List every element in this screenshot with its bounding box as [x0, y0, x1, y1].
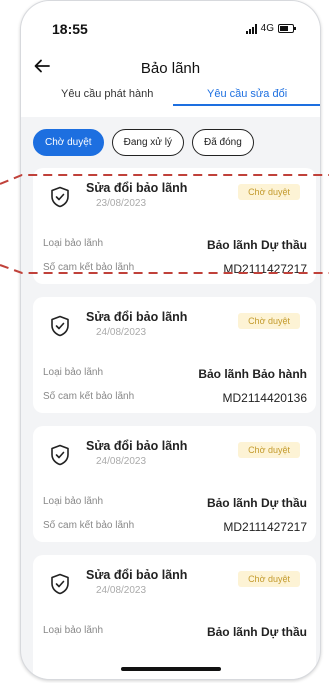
card-date: 24/08/2023 — [96, 585, 147, 596]
guarantee-type-label: Loại bảo lãnh — [43, 367, 104, 378]
guarantee-type-label: Loại bảo lãnh — [43, 238, 104, 249]
status-filter-group: Chờ duyệt Đang xử lý Đã đóng — [33, 129, 254, 156]
guarantee-type-value: Bảo lãnh Dự thầu — [206, 496, 307, 510]
amendment-card[interactable]: Sửa đổi bảo lãnh 24/08/2023 Chờ duyệt Lo… — [33, 426, 316, 542]
commitment-number-value: MD2114420136 — [222, 391, 307, 405]
signal-icon — [245, 23, 257, 34]
amendment-card[interactable]: Sửa đổi bảo lãnh 24/08/2023 Chờ duyệt Lo… — [33, 555, 316, 679]
status-indicators: 4G — [245, 23, 296, 34]
status-badge: Chờ duyệt — [238, 442, 300, 458]
card-date: 23/08/2023 — [96, 198, 147, 209]
network-label: 4G — [260, 23, 274, 34]
commitment-number-value: MD2111427217 — [223, 520, 307, 534]
status-badge: Chờ duyệt — [238, 184, 300, 200]
home-indicator[interactable] — [121, 667, 221, 671]
filter-processing[interactable]: Đang xử lý — [111, 129, 184, 156]
shield-check-icon — [51, 573, 69, 595]
card-title: Sửa đổi bảo lãnh — [86, 439, 188, 453]
amendment-card[interactable]: Sửa đổi bảo lãnh 23/08/2023 Chờ duyệt Lo… — [33, 168, 316, 284]
shield-check-icon — [51, 444, 69, 466]
phone-frame: 18:55 4G Bảo lãnh Yêu cầu phát hành Yêu … — [20, 0, 321, 680]
commitment-number-value: MD2111427217 — [223, 262, 307, 276]
battery-icon — [278, 24, 296, 33]
guarantee-type-value: Bảo lãnh Dự thầu — [206, 238, 307, 252]
guarantee-type-value: Bảo lãnh Dự thầu — [206, 625, 307, 639]
card-title: Sửa đổi bảo lãnh — [86, 568, 188, 582]
guarantee-type-label: Loại bảo lãnh — [43, 496, 104, 507]
active-tab-indicator — [173, 104, 320, 106]
top-bar: 18:55 4G Bảo lãnh Yêu cầu phát hành Yêu … — [21, 1, 320, 117]
tab-issuance-request[interactable]: Yêu cầu phát hành — [61, 88, 153, 100]
status-badge: Chờ duyệt — [238, 313, 300, 329]
filter-pending[interactable]: Chờ duyệt — [33, 129, 104, 156]
filter-closed[interactable]: Đã đóng — [191, 129, 254, 156]
card-date: 24/08/2023 — [96, 327, 147, 338]
guarantee-type-label: Loại bảo lãnh — [43, 625, 104, 636]
amendment-card[interactable]: Sửa đổi bảo lãnh 24/08/2023 Chờ duyệt Lo… — [33, 297, 316, 413]
commitment-number-label: Số cam kết bảo lãnh — [43, 262, 135, 273]
guarantee-type-value: Bảo lãnh Bảo hành — [198, 367, 307, 381]
status-time: 18:55 — [52, 21, 88, 37]
commitment-number-label: Số cam kết bảo lãnh — [43, 391, 135, 402]
shield-check-icon — [51, 186, 69, 208]
status-badge: Chờ duyệt — [238, 571, 300, 587]
shield-check-icon — [51, 315, 69, 337]
page-title: Bảo lãnh — [140, 60, 201, 77]
card-date: 24/08/2023 — [96, 456, 147, 467]
commitment-number-label: Số cam kết bảo lãnh — [43, 520, 135, 531]
tab-amendment-request[interactable]: Yêu cầu sửa đổi — [207, 88, 287, 100]
card-title: Sửa đổi bảo lãnh — [86, 310, 188, 324]
card-title: Sửa đổi bảo lãnh — [86, 181, 188, 195]
